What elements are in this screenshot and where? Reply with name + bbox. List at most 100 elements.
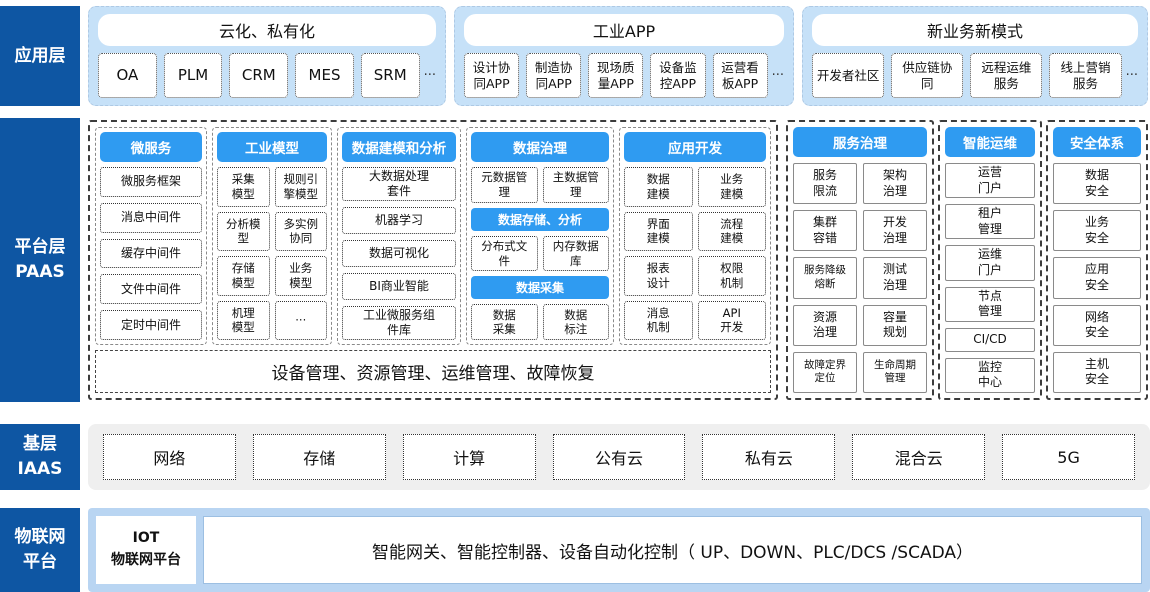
item-data-visualization: 数据可视化 (342, 240, 456, 267)
app-item-design-collab: 设计协同APP (464, 53, 519, 98)
app-item-mes: MES (295, 53, 354, 98)
iot-title-line1: IOT (133, 528, 160, 550)
subheader-data-collection: 数据采集 (471, 276, 609, 299)
item-tenant-mgmt: 租户管理 (945, 204, 1035, 239)
column-service-governance-title: 服务治理 (793, 127, 927, 157)
item-business-security: 业务安全 (1053, 210, 1141, 251)
data-governance-top-items: 元数据管理 主数据管理 (471, 167, 609, 203)
iot-layer-label-line2: 平台 (23, 550, 57, 575)
item-collection-model: 采集模型 (217, 167, 270, 207)
app-item-manufacture-collab: 制造协同APP (526, 53, 581, 98)
item-in-memory-db: 内存数据库 (543, 236, 610, 272)
ellipsis-icon: ··· (275, 301, 328, 341)
iaas-item-private-cloud: 私有云 (702, 434, 835, 480)
subheader-data-storage-analysis: 数据存储、分析 (471, 208, 609, 231)
column-security-system-items: 数据安全 业务安全 应用安全 网络安全 主机安全 (1053, 163, 1141, 393)
item-mechanism-model: 机理模型 (217, 301, 270, 341)
item-cache-middleware: 缓存中间件 (100, 239, 202, 269)
item-lifecycle-mgmt: 生命周期管理 (863, 352, 927, 393)
iot-layer-content: IOT 物联网平台 智能网关、智能控制器、设备自动化控制（ UP、DOWN、PL… (80, 508, 1150, 592)
group-cloud-privatization-title: 云化、私有化 (98, 14, 436, 46)
column-service-governance: 服务治理 服务限流 架构治理 集群容错 开发治理 服务降级熔断 测试治理 资源治… (786, 120, 934, 400)
item-architecture-governance: 架构治理 (863, 163, 927, 204)
column-security-system-title: 安全体系 (1053, 127, 1141, 157)
app-item-plm: PLM (164, 53, 223, 98)
iot-layer: 物联网 平台 IOT 物联网平台 智能网关、智能控制器、设备自动化控制（ UP、… (0, 508, 1150, 592)
iaas-layer: 基层 IAAS 网络 存储 计算 公有云 私有云 混合云 5G (0, 424, 1150, 490)
group-cloud-privatization-items: OA PLM CRM MES SRM ··· (98, 53, 436, 98)
iot-platform-title: IOT 物联网平台 (96, 516, 196, 584)
item-host-security: 主机安全 (1053, 352, 1141, 393)
item-cluster-fault-tolerance: 集群容错 (793, 210, 857, 251)
item-bi: BI商业智能 (342, 273, 456, 300)
app-item-developer-community: 开发者社区 (812, 53, 884, 98)
item-machine-learning: 机器学习 (342, 207, 456, 234)
app-item-online-marketing: 线上营销服务 (1049, 53, 1121, 98)
item-service-throttling: 服务限流 (793, 163, 857, 204)
application-layer-label: 应用层 (0, 6, 80, 106)
column-microservice: 微服务 微服务框架 消息中间件 缓存中间件 文件中间件 定时中间件 (95, 127, 207, 345)
column-data-governance: 数据治理 元数据管理 主数据管理 数据存储、分析 分布式文件 内存数据库 数据采… (466, 127, 614, 345)
iaas-item-5g: 5G (1002, 434, 1135, 480)
ellipsis-icon: ··· (772, 53, 784, 98)
iaas-layer-label-cn: 基层 (23, 432, 57, 457)
app-item-remote-ops: 远程运维服务 (970, 53, 1042, 98)
paas-columns: 微服务 微服务框架 消息中间件 缓存中间件 文件中间件 定时中间件 工业模型 采… (95, 127, 771, 345)
application-layer-label-text: 应用层 (15, 44, 66, 69)
column-service-governance-items: 服务限流 架构治理 集群容错 开发治理 服务降级熔断 测试治理 资源治理 容量规… (793, 163, 927, 393)
app-item-supply-chain: 供应链协同 (891, 53, 963, 98)
group-cloud-privatization: 云化、私有化 OA PLM CRM MES SRM ··· (88, 6, 446, 106)
item-report-design: 报表设计 (624, 256, 693, 296)
column-industrial-model-title: 工业模型 (217, 132, 327, 162)
group-new-business-items: 开发者社区 供应链协同 远程运维服务 线上营销服务 ··· (812, 53, 1138, 98)
column-microservice-items: 微服务框架 消息中间件 缓存中间件 文件中间件 定时中间件 (100, 167, 202, 340)
item-ops-portal: 运维门户 (945, 245, 1035, 280)
app-item-ops-dashboard: 运营看板APP (713, 53, 768, 98)
group-industrial-app-items: 设计协同APP 制造协同APP 现场质量APP 设备监控APP 运营看板APP … (464, 53, 784, 98)
item-api-development: API开发 (698, 301, 767, 341)
group-industrial-app: 工业APP 设计协同APP 制造协同APP 现场质量APP 设备监控APP 运营… (454, 6, 794, 106)
item-masterdata-mgmt: 主数据管理 (543, 167, 610, 203)
column-security-system: 安全体系 数据安全 业务安全 应用安全 网络安全 主机安全 (1046, 120, 1148, 400)
group-industrial-app-title: 工业APP (464, 14, 784, 46)
ellipsis-icon: ··· (424, 53, 436, 98)
ellipsis-icon: ··· (1126, 53, 1138, 98)
item-distributed-file: 分布式文件 (471, 236, 538, 272)
group-new-business: 新业务新模式 开发者社区 供应链协同 远程运维服务 线上营销服务 ··· (802, 6, 1148, 106)
item-ui-model: 界面建模 (624, 212, 693, 252)
column-intelligent-ops: 智能运维 运营门户 租户管理 运维门户 节点管理 CI/CD 监控中心 (938, 120, 1042, 400)
item-multi-instance-collab: 多实例协同 (275, 212, 328, 252)
item-resource-governance: 资源治理 (793, 305, 857, 346)
app-item-srm: SRM (361, 53, 420, 98)
iaas-item-storage: 存储 (253, 434, 386, 480)
app-item-crm: CRM (229, 53, 288, 98)
app-item-site-quality: 现场质量APP (588, 53, 643, 98)
column-intelligent-ops-items: 运营门户 租户管理 运维门户 节点管理 CI/CD 监控中心 (945, 163, 1035, 393)
item-business-model-dev: 业务建模 (698, 167, 767, 207)
column-app-development-title: 应用开发 (624, 132, 766, 162)
item-timer-middleware: 定时中间件 (100, 310, 202, 340)
item-monitoring-center: 监控中心 (945, 358, 1035, 393)
data-storage-analysis-items: 分布式文件 内存数据库 (471, 236, 609, 272)
column-data-governance-title: 数据治理 (471, 132, 609, 162)
item-file-middleware: 文件中间件 (100, 274, 202, 304)
item-data-model: 数据建模 (624, 167, 693, 207)
column-intelligent-ops-title: 智能运维 (945, 127, 1035, 157)
item-process-model: 流程建模 (698, 212, 767, 252)
iaas-container: 网络 存储 计算 公有云 私有云 混合云 5G (88, 424, 1150, 490)
paas-layer: 平台层 PAAS 微服务 微服务框架 消息中间件 缓存中间件 文件中间件 定时中… (0, 118, 1150, 402)
item-storage-model: 存储模型 (217, 256, 270, 296)
group-new-business-title: 新业务新模式 (812, 14, 1138, 46)
item-cicd: CI/CD (945, 328, 1035, 352)
iaas-layer-content: 网络 存储 计算 公有云 私有云 混合云 5G (80, 424, 1150, 490)
iot-title-line2: 物联网平台 (111, 550, 181, 572)
item-test-governance: 测试治理 (863, 257, 927, 298)
item-permission-mechanism: 权限机制 (698, 256, 767, 296)
item-network-security: 网络安全 (1053, 305, 1141, 346)
application-layer: 应用层 云化、私有化 OA PLM CRM MES SRM ··· 工业APP … (0, 6, 1150, 106)
iot-layer-label-line1: 物联网 (15, 525, 66, 550)
iaas-item-network: 网络 (103, 434, 236, 480)
item-metadata-mgmt: 元数据管理 (471, 167, 538, 203)
column-app-development-items: 数据建模 业务建模 界面建模 流程建模 报表设计 权限机制 消息机制 API开发 (624, 167, 766, 340)
item-message-middleware: 消息中间件 (100, 203, 202, 233)
